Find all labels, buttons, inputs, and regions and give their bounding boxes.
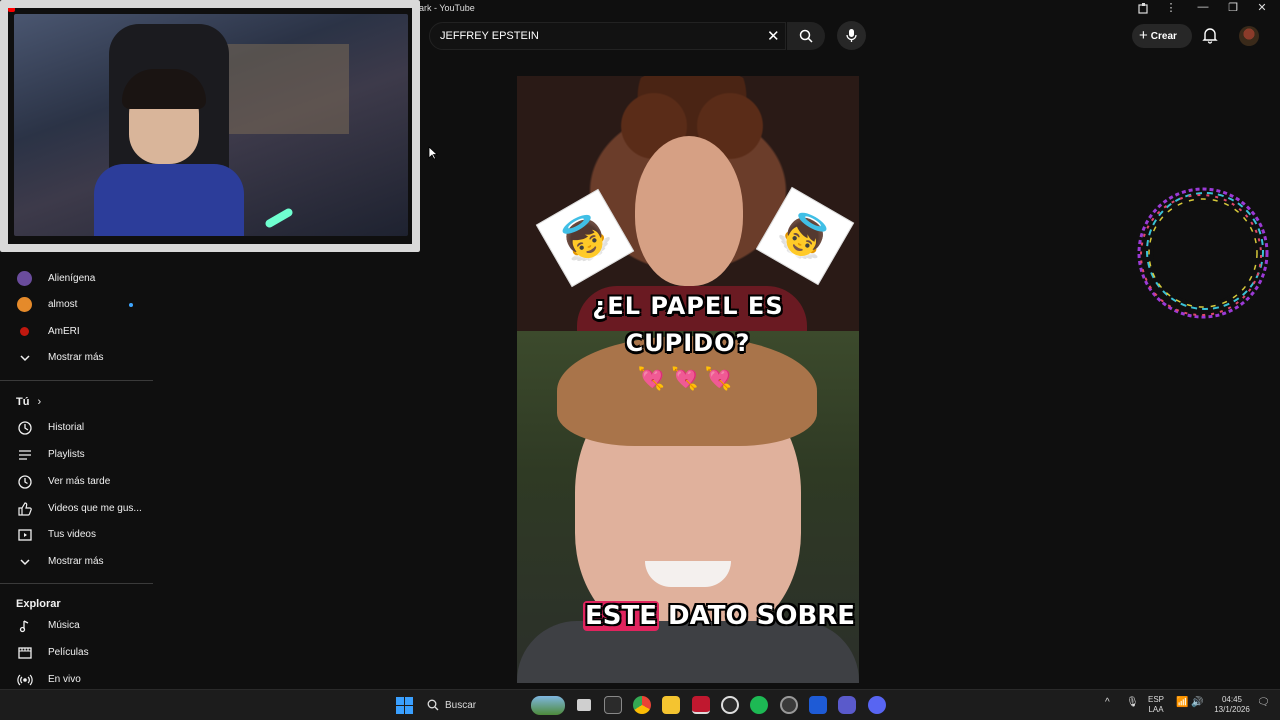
- discord-icon[interactable]: [868, 696, 886, 714]
- microphone-icon: [846, 29, 857, 42]
- movies-icon: [18, 647, 32, 659]
- search-icon: [427, 699, 439, 711]
- sidebar-item-label: Música: [48, 620, 80, 631]
- you-section-heading[interactable]: Tú ›: [16, 396, 41, 408]
- chevron-down-icon: [20, 559, 30, 566]
- show-more-subscriptions[interactable]: Mostrar más: [0, 345, 153, 371]
- clear-search-icon[interactable]: ✕: [767, 27, 780, 45]
- show-more-you[interactable]: Mostrar más: [0, 549, 153, 575]
- taskbar-search-label: Buscar: [445, 700, 477, 711]
- windows-taskbar: Buscar ^ 🎙 ESP LAA 📶 🔊 04:45 13/1/2026 🗨: [0, 689, 1280, 720]
- voice-search-button[interactable]: [837, 21, 866, 50]
- history-icon: [18, 421, 32, 435]
- settings-app-icon[interactable]: [780, 696, 798, 714]
- decorative-swirl-overlay: [1137, 187, 1269, 319]
- microphone-tray-icon[interactable]: 🎙: [1126, 698, 1139, 708]
- mouse-cursor-icon: [428, 146, 438, 160]
- hearts-emoji: 💘💘💘: [637, 366, 739, 391]
- sidebar-item-your-videos[interactable]: Tus videos: [0, 522, 153, 548]
- close-window-button[interactable]: ✕: [1252, 1, 1272, 14]
- window-title: ark - YouTube: [419, 3, 475, 13]
- live-icon: [17, 674, 33, 686]
- sidebar-item-history[interactable]: Historial: [0, 415, 153, 441]
- sidebar-item-almost[interactable]: almost: [0, 292, 153, 318]
- sidebar-item-label: Mostrar más: [48, 352, 104, 363]
- tray-chevron-up-icon[interactable]: ^: [1105, 698, 1110, 708]
- search-highlight-image: [531, 696, 565, 715]
- sidebar-item-label: En vivo: [48, 674, 81, 685]
- language-indicator[interactable]: ESP LAA: [1148, 695, 1164, 715]
- wifi-icon[interactable]: 📶: [1176, 698, 1188, 708]
- search-button[interactable]: [787, 22, 825, 50]
- chrome-icon[interactable]: [633, 696, 651, 714]
- volume-icon[interactable]: 🔊: [1191, 698, 1203, 708]
- channel-avatar: [17, 297, 32, 312]
- channel-avatar: [20, 327, 29, 336]
- avatar[interactable]: [1239, 26, 1259, 46]
- sidebar-item-music[interactable]: Música: [0, 613, 153, 639]
- sidebar-item-label: Mostrar más: [48, 556, 104, 567]
- divider: [0, 583, 153, 584]
- taskbar-search[interactable]: Buscar: [420, 694, 570, 717]
- caption-bottom: ESTE DATO SOBRE: [583, 601, 855, 631]
- sidebar-item-label: Playlists: [48, 449, 85, 460]
- youtube-icon: [8, 5, 15, 12]
- sidebar-item-movies[interactable]: Películas: [0, 640, 153, 666]
- sidebar-item-ameri[interactable]: AmERI: [0, 319, 153, 345]
- maximize-button[interactable]: ❐: [1223, 1, 1243, 14]
- sidebar-item-label: Películas: [48, 647, 89, 658]
- divider: [0, 380, 153, 381]
- channel-avatar: [17, 271, 32, 286]
- minimize-button[interactable]: —: [1193, 1, 1213, 13]
- search-input[interactable]: JEFFREY EPSTEIN ✕: [429, 22, 786, 50]
- short-video-player[interactable]: 👼 👼 ¿EL PAPEL ES CUPIDO? 💘💘💘 ESTE DATO S…: [517, 76, 859, 683]
- caption-top-line1: ¿EL PAPEL ES: [592, 292, 784, 320]
- file-explorer-icon[interactable]: [662, 696, 680, 714]
- caption-highlight-word: ESTE: [583, 601, 659, 631]
- game-controller-icon[interactable]: [838, 696, 856, 714]
- caption-bottom-rest: DATO SOBRE: [668, 601, 856, 631]
- music-icon: [19, 620, 29, 633]
- sidebar-item-label: Tus videos: [48, 529, 96, 540]
- search-icon: [799, 29, 813, 43]
- explore-section-heading: Explorar: [16, 598, 61, 610]
- notification-center-icon[interactable]: 🗨: [1257, 698, 1270, 708]
- app-icon[interactable]: [809, 696, 827, 714]
- watch-later-icon: [18, 475, 32, 489]
- sidebar-item-playlists[interactable]: Playlists: [0, 442, 153, 468]
- sidebar-item-alienigena[interactable]: Alienígena: [0, 266, 153, 292]
- chevron-right-icon: ›: [37, 396, 42, 408]
- extensions-icon[interactable]: [1137, 2, 1150, 15]
- chevron-down-icon: [20, 355, 30, 362]
- clock[interactable]: 04:45 13/1/2026: [1212, 695, 1252, 715]
- sidebar-item-label: Ver más tarde: [48, 476, 111, 487]
- your-videos-icon: [18, 529, 32, 541]
- search-query: JEFFREY EPSTEIN: [440, 30, 539, 42]
- like-icon: [18, 502, 32, 516]
- sidebar-item-liked-videos[interactable]: Videos que me gus...: [0, 496, 153, 522]
- spotify-icon[interactable]: [750, 696, 768, 714]
- sidebar-item-label: almost: [48, 299, 78, 310]
- create-button[interactable]: + Crear: [1132, 24, 1192, 48]
- webcam-overlay: [14, 14, 408, 236]
- streaming-app-icon[interactable]: [692, 696, 710, 714]
- sidebar-item-label: AmERI: [48, 326, 80, 337]
- store-icon[interactable]: [604, 696, 622, 714]
- caption-top-line2: CUPIDO?: [625, 329, 751, 357]
- sidebar-item-label: Alienígena: [48, 273, 96, 284]
- whatsapp-icon[interactable]: [721, 696, 739, 714]
- task-view-icon[interactable]: [577, 699, 591, 711]
- sidebar-item-label: Videos que me gus...: [48, 503, 142, 514]
- windows-start-icon[interactable]: [396, 697, 413, 714]
- new-content-dot: [129, 303, 133, 307]
- notifications-icon[interactable]: [1201, 26, 1219, 44]
- sidebar-item-watch-later[interactable]: Ver más tarde: [0, 469, 153, 495]
- menu-icon[interactable]: ⋮: [1161, 1, 1181, 14]
- playlist-icon: [19, 450, 31, 460]
- sidebar-item-label: Historial: [48, 422, 85, 433]
- plus-icon: +: [1139, 27, 1148, 44]
